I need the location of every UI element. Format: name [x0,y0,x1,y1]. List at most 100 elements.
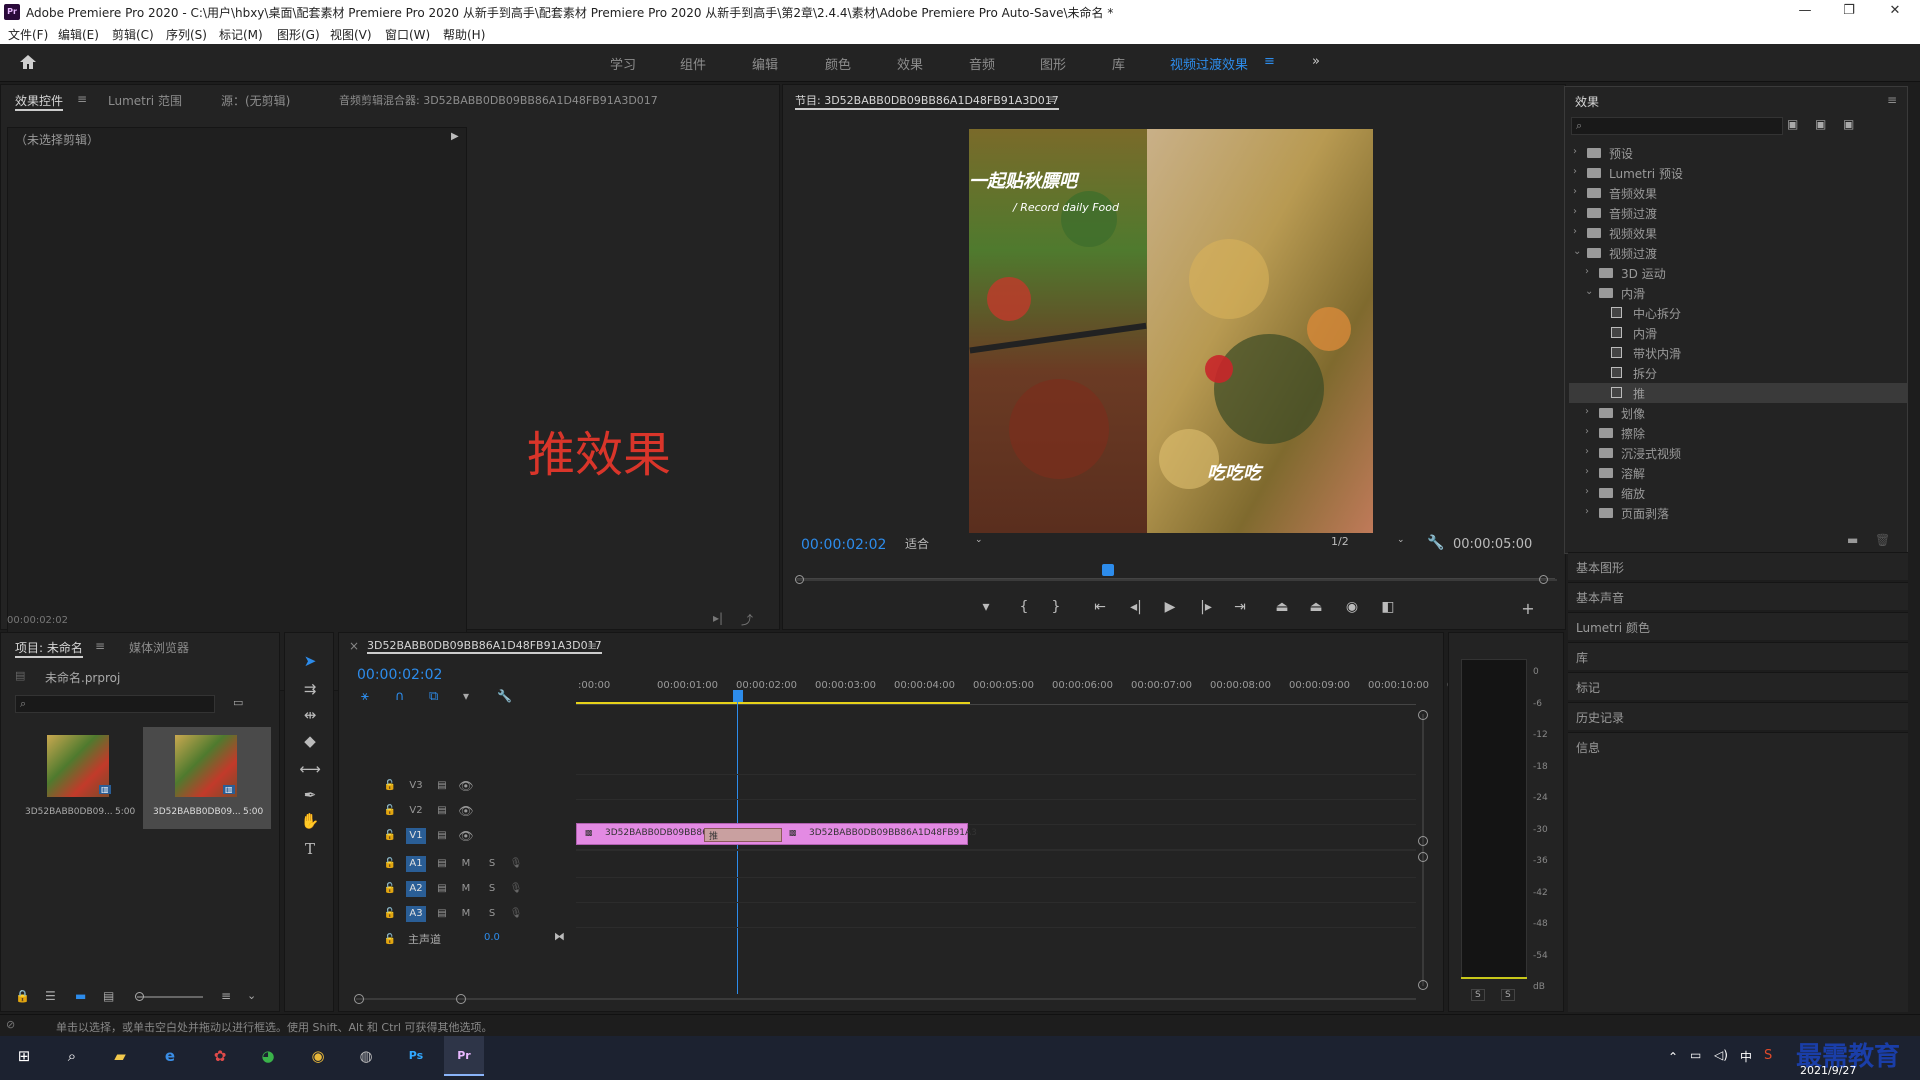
track-label-v2[interactable]: V2 [406,803,426,819]
add-marker-icon[interactable]: ▾ [975,599,997,615]
menu-marker[interactable]: 标记(M) [219,26,263,43]
tab-project[interactable]: 项目: 未命名 [15,639,83,658]
project-clip-2[interactable]: ▥ 3D52BABB0DB09... 5:00 [143,727,271,829]
list-view-icon[interactable]: ☰ [45,989,56,1003]
chevron-right-icon[interactable]: › [1585,426,1589,437]
mic-icon[interactable]: 🎙 [506,856,526,872]
effects-folder-2[interactable]: › 音频效果 [1569,183,1907,203]
timeline-playhead-line[interactable] [737,700,738,994]
icon-view-icon[interactable]: ▬ [75,989,86,1003]
menu-window[interactable]: 窗口(W) [385,26,430,43]
eye-icon[interactable]: 👁 [456,778,476,794]
track-label-a1[interactable]: A1 [406,856,426,872]
mic-icon[interactable]: 🎙 [506,881,526,897]
section-essential-graphics[interactable]: 基本图形 [1568,552,1908,580]
timeline-playhead-handle[interactable] [733,690,743,702]
track-lock-icon[interactable]: 🔓 [380,906,400,922]
hand-tool-icon[interactable]: ✋ [297,809,323,833]
timeline-menu-icon[interactable]: ≡ [587,639,597,653]
new-bin-icon[interactable]: ▬ [1847,533,1858,547]
effects-menu-icon[interactable]: ≡ [1887,93,1897,107]
workspace-assembly[interactable]: 组件 [680,54,706,73]
home-icon[interactable] [18,53,38,71]
effects-folder-0[interactable]: › 预设 [1569,143,1907,163]
comparison-view-icon[interactable]: ◧ [1377,599,1399,615]
workspace-video-transition[interactable]: 视频过渡效果 [1170,54,1248,73]
menu-help[interactable]: 帮助(H) [443,26,485,43]
close-button[interactable]: ✕ [1872,0,1918,24]
meter-solo-right[interactable]: S [1501,989,1515,1001]
export-frame-icon[interactable]: ◉ [1341,599,1363,615]
sync-lock-icon[interactable]: ▤ [432,906,452,922]
chevron-right-icon[interactable]: › [1573,206,1577,217]
effects-folder-1[interactable]: › Lumetri 预设 [1569,163,1907,183]
workspace-effects[interactable]: 效果 [897,54,923,73]
effects-folder-15[interactable]: › 沉浸式视频 [1569,443,1907,463]
workspace-editing[interactable]: 编辑 [752,54,778,73]
effects-search-input[interactable]: ⌕ [1571,117,1783,135]
chevron-right-icon[interactable]: › [1573,186,1577,197]
master-volume-value[interactable]: 0.0 [484,932,500,943]
effects-folder-5[interactable]: ⌄ 视频过渡 [1569,243,1907,263]
effect-item-12[interactable]: 推 [1569,383,1907,403]
razor-tool-icon[interactable]: ◆ [297,729,323,753]
step-back-icon[interactable]: ◂| [1125,599,1147,615]
nest-icon[interactable]: ⚹ [361,689,369,704]
chevron-right-icon[interactable]: › [1585,446,1589,457]
solo-button[interactable]: S [482,906,502,922]
freeform-view-icon[interactable]: ▤ [103,989,114,1003]
sync-lock-icon[interactable]: ▤ [432,778,452,794]
edge-browser-icon[interactable]: e [150,1036,190,1076]
chevron-right-icon[interactable]: › [1585,486,1589,497]
workspace-graphics[interactable]: 图形 [1040,54,1066,73]
program-playhead[interactable] [1101,564,1114,576]
effect-item-9[interactable]: 内滑 [1569,323,1907,343]
tab-audio-clip-mixer[interactable]: 音频剪辑混合器: 3D52BABB0DB09BB86A1D48FB91A3D01… [339,92,658,108]
track-label-v1[interactable]: V1 [406,828,426,844]
minimize-button[interactable]: — [1782,0,1828,24]
timeline-timecode[interactable]: 00:00:02:02 [357,667,442,683]
track-label-v3[interactable]: V3 [406,778,426,794]
go-to-out-icon[interactable]: ⇥ [1229,599,1251,615]
v-scroll-handle[interactable] [1418,836,1428,846]
sync-lock-icon[interactable]: ▤ [432,803,452,819]
eye-icon[interactable]: 👁 [456,803,476,819]
section-lumetri-color[interactable]: Lumetri 颜色 [1568,612,1908,640]
effects-folder-16[interactable]: › 溶解 [1569,463,1907,483]
workspace-more-icon[interactable]: » [1312,54,1320,69]
h-scroll-handle-left[interactable] [354,994,364,1004]
search-icon[interactable]: ⌕ [52,1036,92,1076]
slip-tool-icon[interactable]: ⟷ [297,757,323,781]
menu-graphics[interactable]: 图形(G) [277,26,320,43]
add-marker-icon[interactable]: ▾ [463,689,469,703]
track-label-a2[interactable]: A2 [406,881,426,897]
workspace-learn[interactable]: 学习 [610,54,636,73]
h-scroll-handle-right[interactable] [456,994,466,1004]
chrome-icon[interactable]: ◉ [298,1036,338,1076]
chevron-down-icon[interactable]: ⌄ [1573,246,1581,257]
ime-icon[interactable]: 中 [1740,1048,1752,1065]
tray-up-icon[interactable]: ⌃ [1668,1050,1678,1064]
chevron-right-icon[interactable]: › [1573,146,1577,157]
snap-icon[interactable]: ∩ [395,689,405,704]
a-scroll-handle-bottom[interactable] [1418,980,1428,990]
tab-source[interactable]: 源：(无剪辑) [221,92,290,109]
meter-solo-left[interactable]: S [1471,989,1485,1001]
app-avatar-icon[interactable]: ◍ [346,1036,386,1076]
section-info[interactable]: 信息 [1568,732,1908,1012]
mic-icon[interactable]: 🎙 [506,906,526,922]
go-to-in-icon[interactable]: ⇤ [1089,599,1111,615]
program-ruler[interactable] [797,565,1555,579]
add-button-icon[interactable]: + [1517,599,1539,618]
solo-button[interactable]: S [482,856,502,872]
file-explorer-icon[interactable]: ▰ [100,1036,140,1076]
mark-in-icon[interactable]: { [1013,599,1035,615]
program-menu-icon[interactable]: ≡ [1047,92,1057,106]
track-lock-icon[interactable]: 🔓 [380,778,400,794]
filter-icon[interactable]: ▸| [713,611,723,625]
app-icon[interactable]: ✿ [200,1036,240,1076]
workspace-libraries[interactable]: 库 [1112,54,1125,73]
timeline-vertical-scrollbar[interactable] [1422,714,1424,986]
menu-view[interactable]: 视图(V) [330,26,372,43]
extract-icon[interactable]: ⏏ [1305,599,1327,615]
